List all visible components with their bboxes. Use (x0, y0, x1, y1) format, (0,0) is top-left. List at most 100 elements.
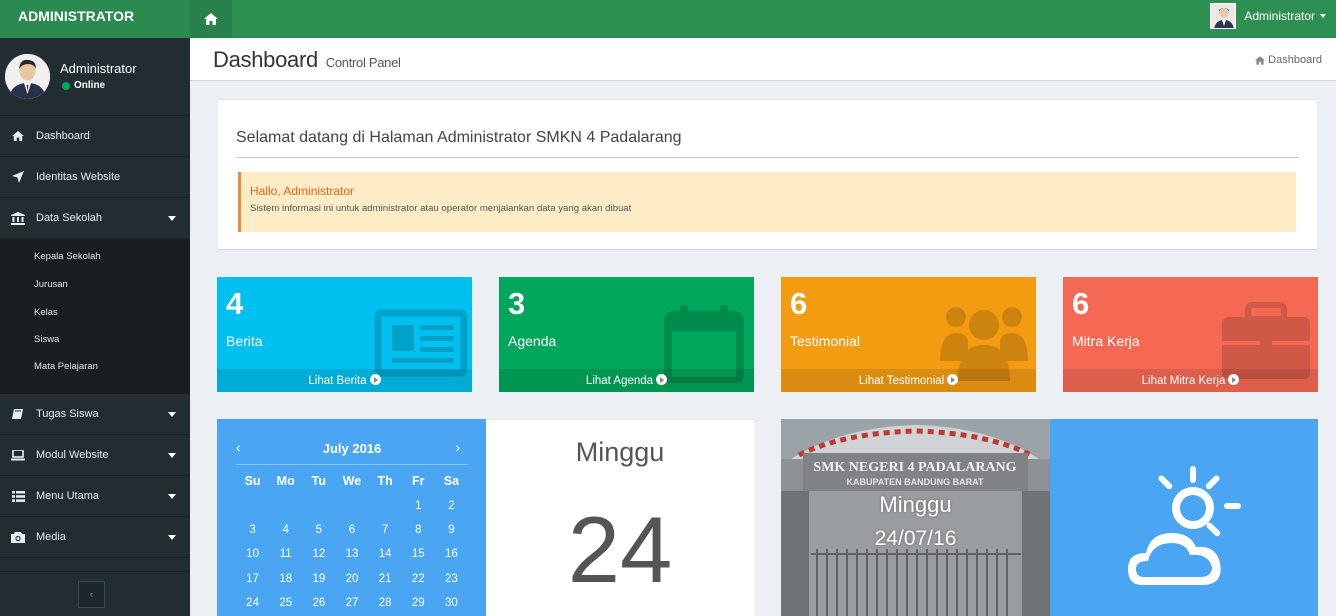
calendar-day[interactable]: 29 (402, 597, 435, 609)
calendar-day[interactable]: 17 (236, 573, 269, 585)
stat-label: Testimonial (790, 333, 861, 349)
calendar-day[interactable]: 21 (369, 573, 402, 585)
sidebar-collapse-button[interactable]: ‹ (78, 581, 105, 608)
caret-down-icon (1320, 14, 1326, 18)
online-dot-icon (62, 81, 70, 90)
caret-down-icon (168, 412, 176, 417)
sign-text-line2: KABUPATEN BANDUNG BARAT (847, 477, 984, 487)
home-icon (1255, 55, 1266, 65)
sidebar-item-media[interactable]: Media (0, 517, 190, 558)
book-icon (11, 407, 25, 421)
calendar-day[interactable]: 9 (435, 524, 468, 536)
stat-count: 6 (1072, 286, 1090, 321)
calendar-weekday-row: Su Mo Tu We Th Fr Sa (236, 469, 468, 493)
sidebar-item-data-sekolah[interactable]: Data Sekolah (0, 198, 190, 239)
school-photo-panel: SMK NEGERI 4 PADALARANG KABUPATEN BANDUN… (781, 419, 1050, 616)
calendar-day[interactable]: 20 (335, 573, 368, 585)
calendar-day[interactable]: 11 (269, 548, 302, 560)
weekday-label: Mo (276, 474, 295, 489)
calendar-day[interactable]: 16 (435, 548, 468, 560)
list-icon (11, 489, 25, 503)
calendar-next-button[interactable]: › (455, 439, 460, 455)
content-header: Dashboard Control Panel Dashboard (190, 38, 1336, 81)
sidebar-item-label: Modul Website (36, 449, 109, 461)
sidebar-item-label: Dashboard (36, 130, 90, 142)
photo-date: 24/07/16 (874, 527, 957, 550)
calendar-day[interactable]: 4 (269, 524, 302, 536)
stat-more-link[interactable]: Lihat Berita (217, 369, 472, 392)
stat-link-text: Lihat Agenda (585, 375, 654, 387)
calendar-day[interactable]: 15 (402, 548, 435, 560)
submenu-item-mata-pelajaran[interactable]: Mata Pelajaran (0, 350, 190, 382)
brand-logo[interactable]: ADMINISTRATOR (0, 0, 190, 38)
calendar-day[interactable]: 14 (369, 548, 402, 560)
stat-box-agenda: 3 Agenda Lihat Agenda (499, 277, 754, 392)
calendar-day[interactable]: 18 (269, 573, 302, 585)
sidebar-item-label: Media (36, 531, 66, 543)
breadcrumb[interactable]: Dashboard (1255, 54, 1322, 66)
sidebar-item-identitas-website[interactable]: Identitas Website (0, 157, 190, 198)
calendar-day[interactable]: 27 (335, 597, 368, 609)
data-sekolah-submenu-tail: Mata Pelajaran (0, 350, 190, 394)
caret-down-icon (168, 535, 176, 540)
stat-count: 4 (226, 286, 244, 321)
calendar-week-row: 1 2 (236, 493, 468, 517)
stat-link-text: Lihat Testimonial (858, 375, 945, 387)
stat-label: Mitra Kerja (1072, 333, 1140, 349)
stat-count: 6 (790, 286, 808, 321)
calendar-week-row: 17 18 19 20 21 22 23 (236, 567, 468, 591)
sidebar-item-modul-website[interactable]: Modul Website (0, 435, 190, 476)
calendar-day[interactable]: 7 (369, 524, 402, 536)
calendar-week-row: 10 11 12 13 14 15 16 (236, 542, 468, 566)
stat-more-link[interactable]: Lihat Mitra Kerja (1063, 369, 1318, 392)
sidebar-item-label: Tugas Siswa (36, 408, 99, 420)
sidebar: Administrator Online Dashboard Identitas… (0, 38, 190, 616)
calendar-day[interactable]: 3 (236, 524, 269, 536)
calendar-day[interactable]: 8 (402, 524, 435, 536)
breadcrumb-item[interactable]: Dashboard (1268, 54, 1322, 66)
sidebar-item-menu-utama[interactable]: Menu Utama (0, 476, 190, 517)
user-menu-dropdown[interactable]: Administrator (1210, 2, 1326, 30)
calendar-day[interactable]: 12 (302, 548, 335, 560)
calendar-day[interactable]: 19 (302, 573, 335, 585)
calendar-day[interactable]: 1 (402, 500, 435, 512)
welcome-callout: Hallo, Administrator Sistem informasi in… (238, 172, 1296, 232)
calendar-day[interactable]: 28 (369, 597, 402, 609)
user-avatar-small (1210, 3, 1237, 29)
sidebar-item-tugas-siswa[interactable]: Tugas Siswa (0, 394, 190, 435)
avatar (5, 54, 50, 99)
stat-link-text: Lihat Mitra Kerja (1141, 375, 1226, 387)
submenu-item-kepala-sekolah[interactable]: Kepala Sekolah (0, 243, 190, 271)
stat-more-link[interactable]: Lihat Testimonial (781, 369, 1036, 392)
calendar-header: ‹ July 2016 › (236, 439, 468, 465)
submenu-item-jurusan[interactable]: Jurusan (0, 271, 190, 299)
stat-more-link[interactable]: Lihat Agenda (499, 369, 754, 392)
weekday-label: Th (377, 474, 393, 489)
sidebar-user-panel: Administrator Online (0, 38, 190, 116)
calendar-day[interactable]: 22 (402, 573, 435, 585)
calendar-day[interactable]: 25 (269, 597, 302, 609)
status-text: Online (74, 80, 106, 91)
submenu-item-kelas[interactable]: Kelas (0, 298, 190, 326)
camera-icon (11, 530, 25, 544)
calendar-day[interactable]: 24 (236, 597, 269, 609)
sidebar-item-dashboard[interactable]: Dashboard (0, 116, 190, 157)
calendar-day[interactable]: 10 (236, 548, 269, 560)
stat-box-mitra-kerja: 6 Mitra Kerja Lihat Mitra Kerja (1063, 277, 1318, 392)
weekday-label: We (342, 474, 362, 489)
page-title-text: Dashboard (213, 47, 318, 72)
today-day-name: Minggu (575, 437, 665, 467)
calendar-day[interactable]: 2 (435, 500, 468, 512)
weekday-label: Fr (412, 474, 425, 489)
calendar-day[interactable]: 6 (335, 524, 368, 536)
page-subtitle: Control Panel (325, 55, 401, 70)
calendar-day[interactable]: 26 (302, 597, 335, 609)
weather-panel (1050, 419, 1318, 616)
calendar-month-title[interactable]: July 2016 (236, 441, 468, 456)
home-button[interactable] (190, 0, 232, 38)
calendar-grid: Su Mo Tu We Th Fr Sa 1 2 3 4 5 6 7 8 9 1… (236, 469, 468, 615)
calendar-day[interactable]: 13 (335, 548, 368, 560)
calendar-day[interactable]: 5 (302, 524, 335, 536)
calendar-day[interactable]: 23 (435, 573, 468, 585)
calendar-day[interactable]: 30 (435, 597, 468, 609)
